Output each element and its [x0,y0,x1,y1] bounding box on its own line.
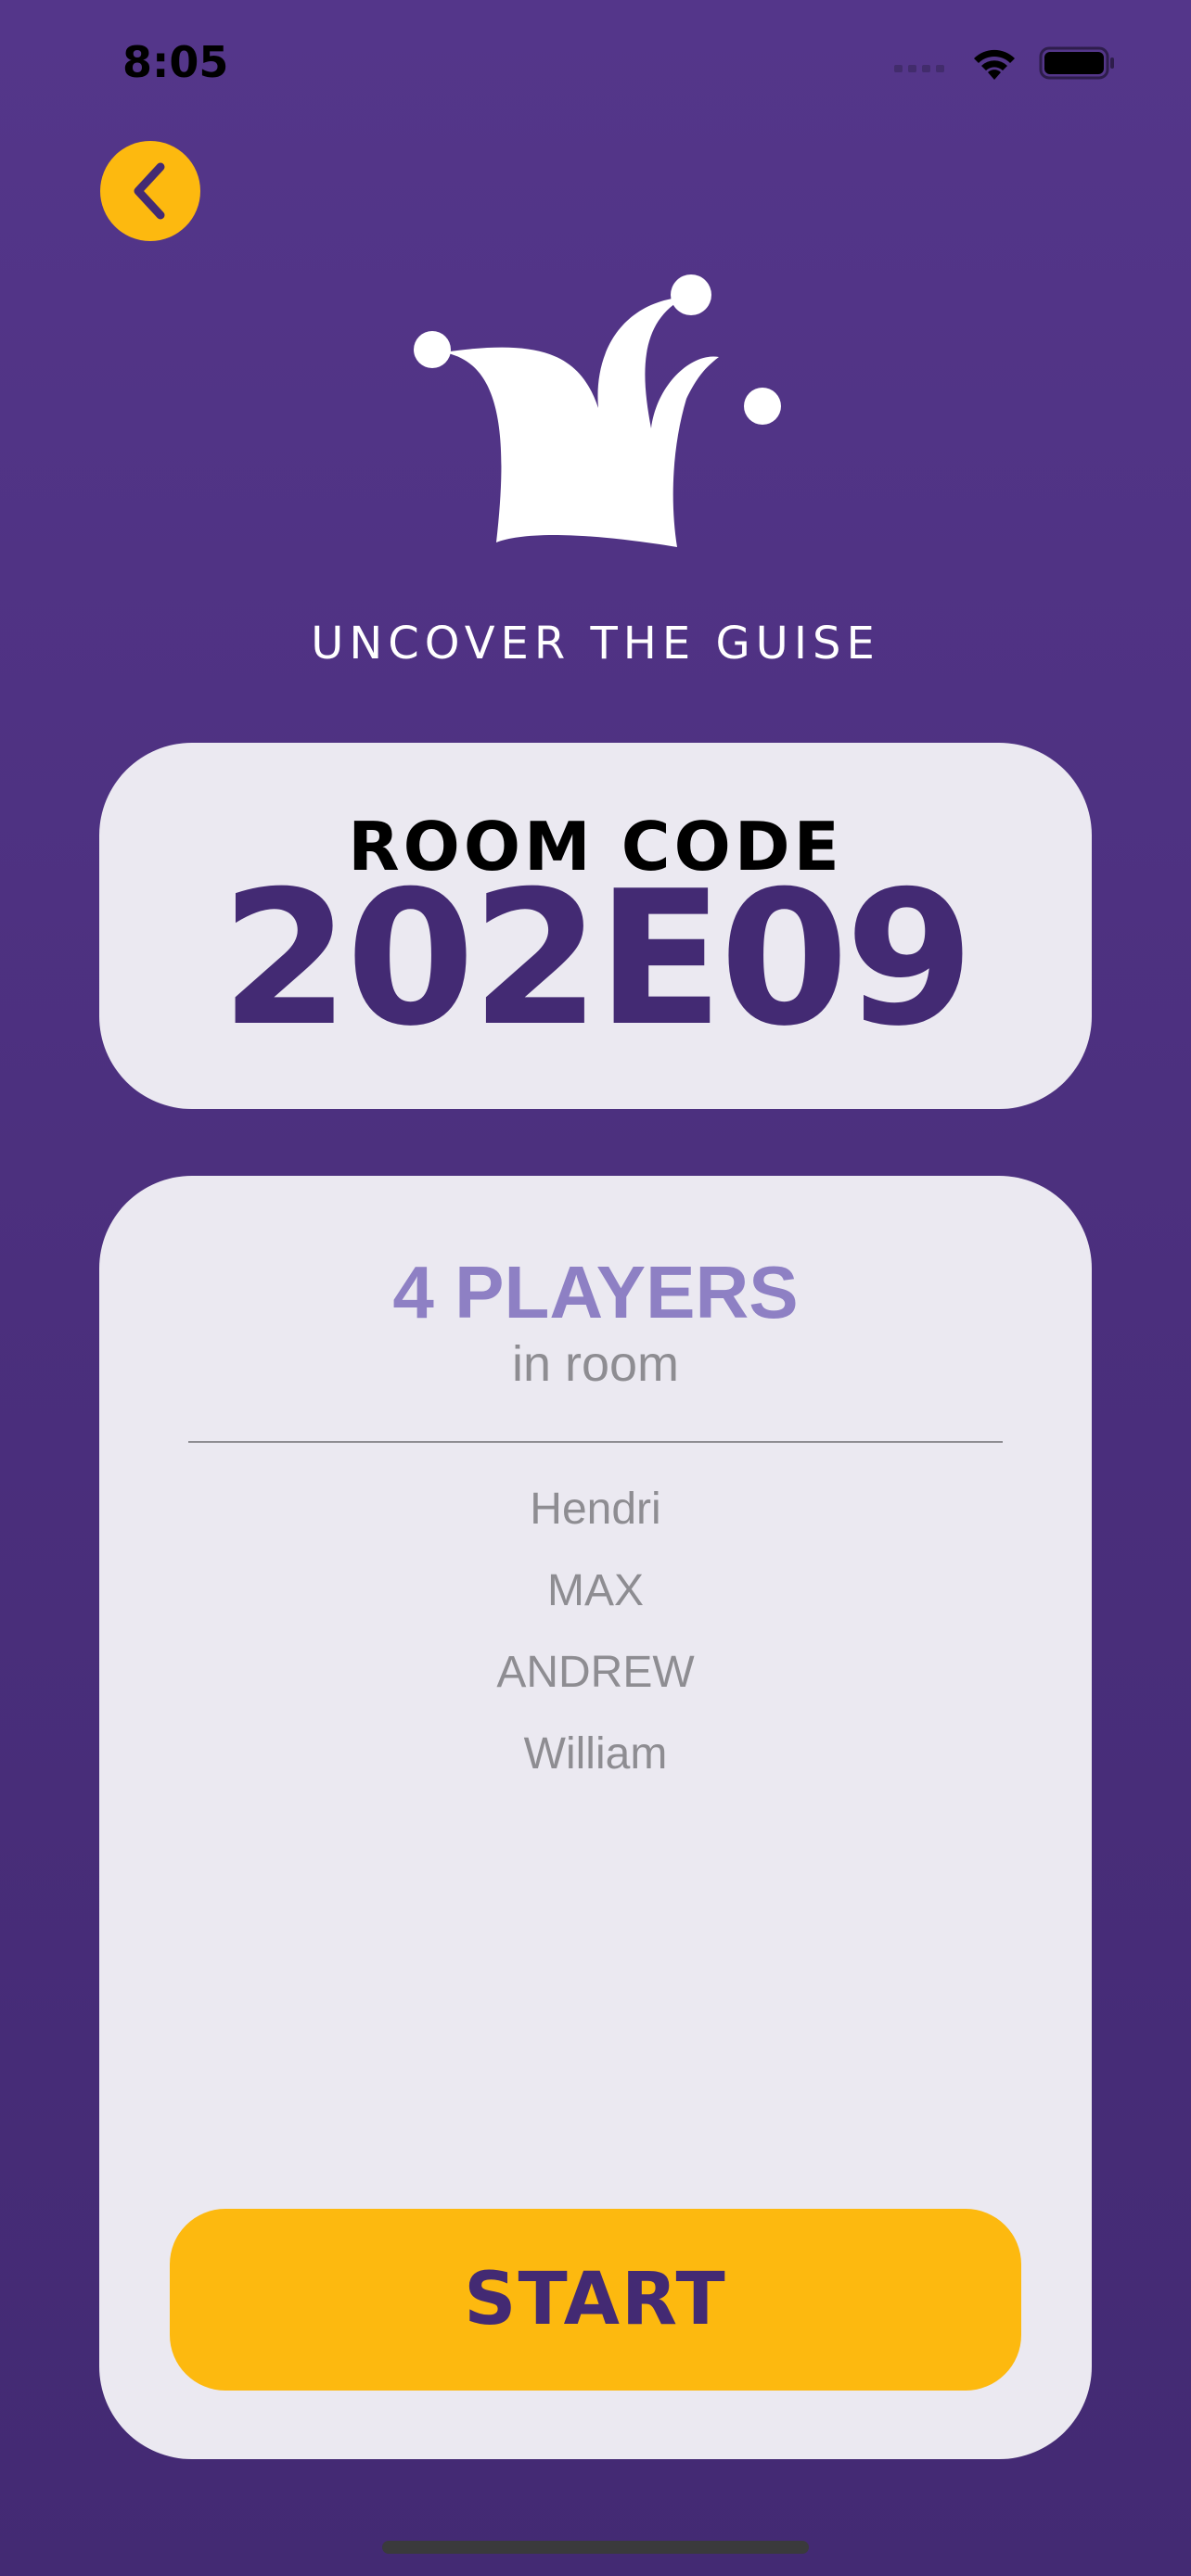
divider [188,1441,1003,1443]
player-list: Hendri MAX ANDREW William [99,1469,1092,1795]
status-icons [894,45,1115,82]
jester-hat-icon [414,274,781,547]
room-code-value: 202E09 [220,851,974,1067]
player-name: Hendri [530,1485,661,1534]
battery-icon [1039,46,1114,80]
tagline: UNCOVER THE GUISE [311,618,880,670]
players-card: 4 PLAYERS in room Hendri MAX ANDREW Will… [99,1176,1092,2459]
start-button-label: START [464,2258,727,2341]
back-button[interactable] [100,141,200,241]
player-name: William [523,1729,668,1779]
home-indicator[interactable] [382,2541,809,2554]
player-name: MAX [546,1566,644,1615]
chevron-left-icon [134,162,165,220]
wifi-icon [974,49,1015,80]
player-count-subtitle: in room [511,1336,680,1392]
player-count: 4 PLAYERS [392,1251,799,1333]
room-code-card: ROOM CODE 202E09 [99,743,1092,1109]
status-time: 8:05 [122,37,229,87]
cellular-signal-icon [894,65,944,72]
start-button[interactable]: START [170,2209,1021,2391]
player-name: ANDREW [496,1648,695,1697]
